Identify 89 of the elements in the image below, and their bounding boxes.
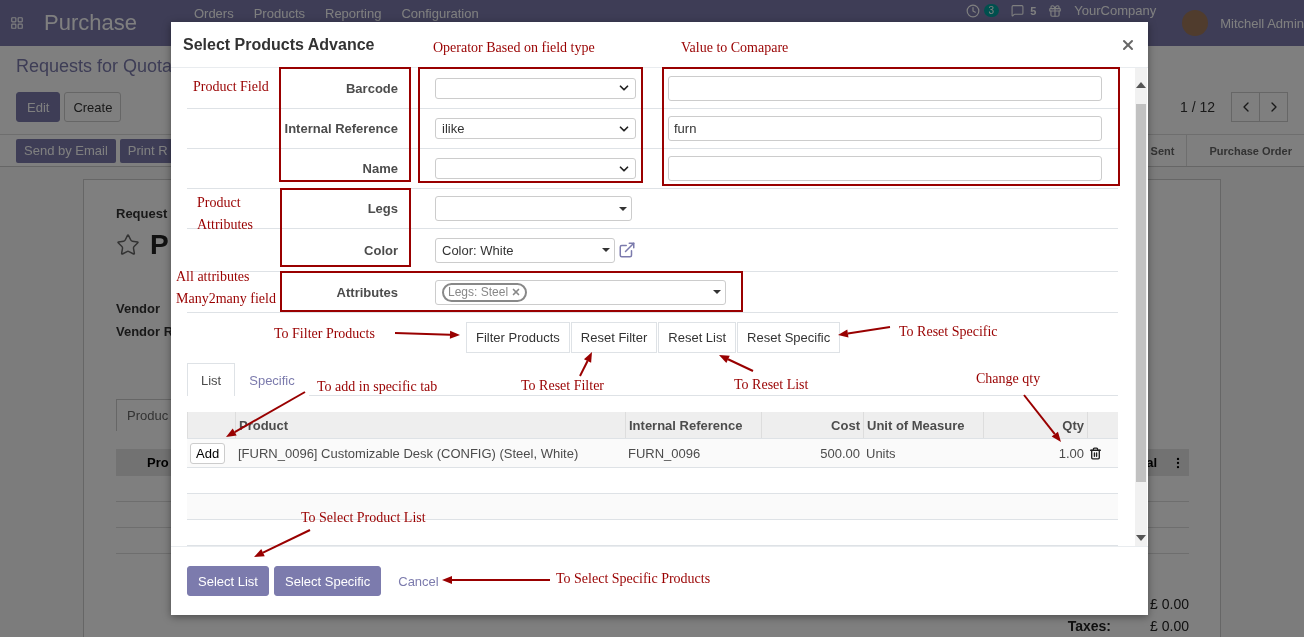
- scroll-up-icon[interactable]: [1136, 82, 1146, 88]
- filter-button[interactable]: Reset Filter: [570, 322, 658, 353]
- select-button[interactable]: Select List: [187, 566, 269, 596]
- remove-icon[interactable]: [511, 287, 522, 297]
- record-title: P: [150, 229, 169, 261]
- status-step[interactable]: Purchase Order: [1186, 135, 1304, 166]
- annotation-text: To Reset Filter: [521, 377, 604, 395]
- annotation-arrow: [1023, 394, 1061, 442]
- annotation-text: Value to Comapare: [681, 39, 789, 57]
- column-header: Internal Reference: [625, 412, 761, 438]
- table-cell[interactable]: 1.00: [983, 445, 1087, 461]
- filter-button[interactable]: Filter Products: [466, 322, 570, 353]
- annotation-arrow: [254, 529, 311, 557]
- field-label: Legs: [367, 201, 398, 216]
- add-button[interactable]: Add: [190, 442, 226, 464]
- annotation-text: To add in specific tab: [317, 378, 438, 396]
- company-name[interactable]: YourCompany: [1074, 3, 1157, 18]
- operator-select[interactable]: ilike: [435, 118, 636, 139]
- filter-button[interactable]: Reset List: [658, 322, 737, 353]
- scroll-down-icon[interactable]: [1136, 535, 1146, 541]
- total-amount: £ 0.00: [1149, 596, 1189, 612]
- user-name[interactable]: Mitchell Admin: [1220, 15, 1304, 31]
- value-field[interactable]: furn: [668, 116, 1102, 141]
- edit-button[interactable]: Edit: [16, 92, 61, 122]
- total-label: Taxes:: [1067, 618, 1111, 634]
- column-header: Unit of Measure: [863, 412, 983, 438]
- form-label: Request: [116, 206, 168, 221]
- field-label: Internal Reference: [284, 121, 398, 136]
- star-icon[interactable]: [116, 233, 140, 257]
- annotation-text: Operator Based on field type: [433, 39, 595, 57]
- tab[interactable]: List: [187, 363, 236, 396]
- annotation-text: To Reset Specific: [899, 323, 998, 341]
- annotation-text: Change qty: [976, 370, 1041, 388]
- column-header: Cost: [761, 412, 863, 438]
- select-button[interactable]: Select Specific: [274, 566, 382, 596]
- caret-icon[interactable]: [619, 206, 627, 211]
- annotation-arrow: [838, 326, 891, 338]
- grid-icon[interactable]: [10, 16, 24, 30]
- attribute-select[interactable]: Color: White: [435, 237, 615, 263]
- attributes-field[interactable]: Legs: Steel: [435, 279, 726, 305]
- field-label: Color: [364, 242, 398, 258]
- table-cell-text: FURN_0096: [627, 445, 702, 461]
- field-label: Attributes: [336, 284, 398, 300]
- clock-icon[interactable]: [965, 3, 980, 18]
- trash-icon[interactable]: [1089, 446, 1102, 460]
- value-field[interactable]: [668, 156, 1102, 181]
- attribute-tag[interactable]: Legs: Steel: [442, 282, 528, 302]
- value-field[interactable]: [668, 75, 1102, 101]
- menu-item[interactable]: Products: [253, 6, 305, 21]
- caret-icon[interactable]: [602, 248, 610, 252]
- annotation-text: To Reset List: [734, 376, 809, 394]
- breadcrumb: Requests for Quota: [16, 56, 173, 78]
- column-header: Pro: [147, 455, 169, 470]
- caret-icon[interactable]: [713, 290, 721, 294]
- next-button[interactable]: [1259, 92, 1288, 122]
- annotation-text: Product Attributes: [197, 194, 254, 234]
- field-label: Name: [362, 161, 398, 176]
- menu-item[interactable]: Reporting: [325, 6, 382, 21]
- menu-item[interactable]: Orders: [193, 6, 234, 21]
- filter-button[interactable]: Reset Specific: [737, 322, 841, 353]
- table-cell-text: [FURN_0096] Customizable Desk (CONFIG) (Steel, White): [237, 445, 580, 461]
- external-link-icon[interactable]: [618, 241, 636, 259]
- menu-item[interactable]: Configuration: [401, 6, 479, 21]
- annotation-text: All attributes Many2many field: [176, 268, 277, 308]
- message-count: 5: [1030, 4, 1037, 17]
- avatar: [1182, 10, 1209, 36]
- total-amount: £ 0.00: [1149, 618, 1189, 634]
- dialog-title: Select Products Advance: [183, 35, 375, 54]
- annotation-text: Product Field: [193, 78, 269, 96]
- field-label: Vendor: [116, 301, 161, 316]
- annotation-arrow: [719, 355, 754, 372]
- table-cell-text: 500.00: [819, 445, 861, 461]
- chat-icon[interactable]: [1011, 4, 1025, 17]
- gift-icon[interactable]: [1048, 3, 1063, 18]
- action-button[interactable]: Send by Email: [16, 138, 116, 163]
- pager: 1 / 12: [1179, 99, 1215, 115]
- annotation-text: To Select Specific Products: [556, 570, 711, 588]
- annotation-text: To Filter Products: [274, 325, 375, 343]
- activity-badge: 3: [983, 4, 1000, 17]
- create-button[interactable]: Create: [64, 92, 122, 122]
- previous-button[interactable]: [1231, 92, 1260, 122]
- annotation-text: To Select Product List: [301, 509, 426, 527]
- annotation-arrow: [394, 330, 460, 339]
- scrollbar[interactable]: [1135, 68, 1147, 546]
- annotation-arrow: [579, 352, 592, 377]
- cancel-link[interactable]: Cancel: [398, 573, 439, 589]
- app-title: Purchase: [44, 10, 137, 36]
- field-label: Barcode: [345, 80, 398, 96]
- table-cell-text: Units: [865, 445, 897, 461]
